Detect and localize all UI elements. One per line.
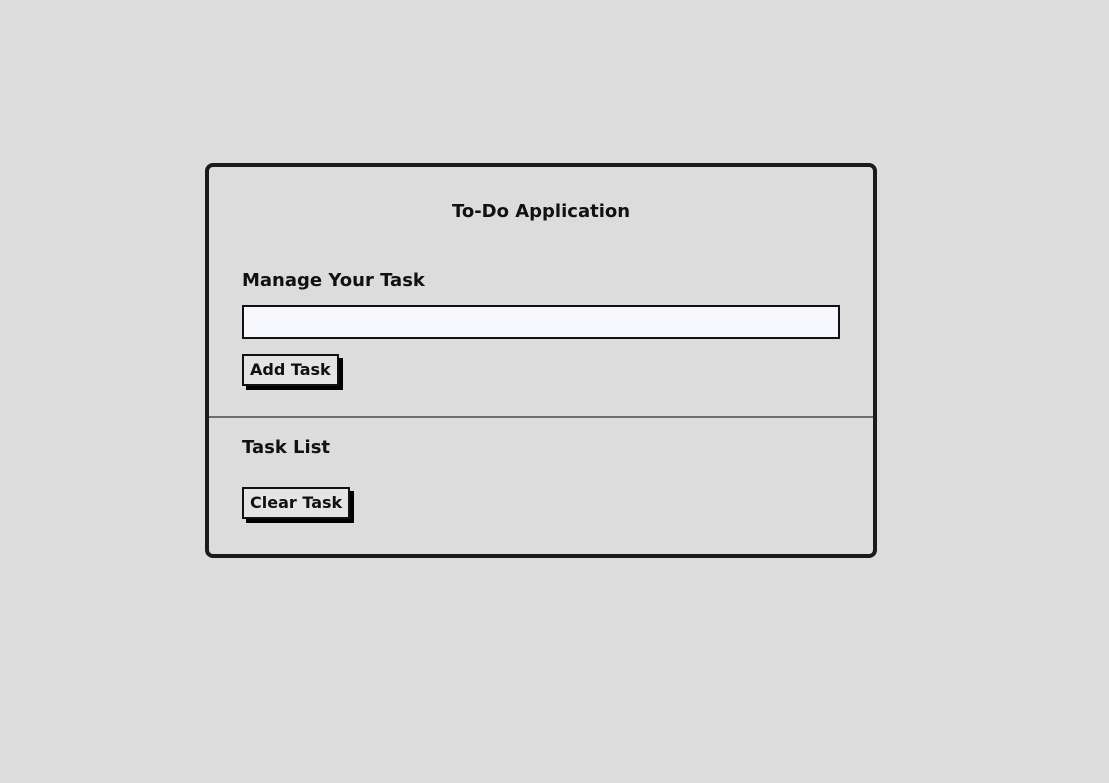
manage-task-heading: Manage Your Task: [242, 270, 425, 291]
app-title: To-Do Application: [451, 201, 631, 222]
add-task-button[interactable]: Add Task: [242, 354, 339, 386]
task-input[interactable]: [242, 305, 840, 339]
clear-task-button[interactable]: Clear Task: [242, 487, 351, 519]
section-divider: [209, 416, 873, 418]
task-list-heading: Task List: [242, 437, 331, 458]
todo-app-card: To-Do Application Manage Your Task Add T…: [205, 163, 877, 558]
